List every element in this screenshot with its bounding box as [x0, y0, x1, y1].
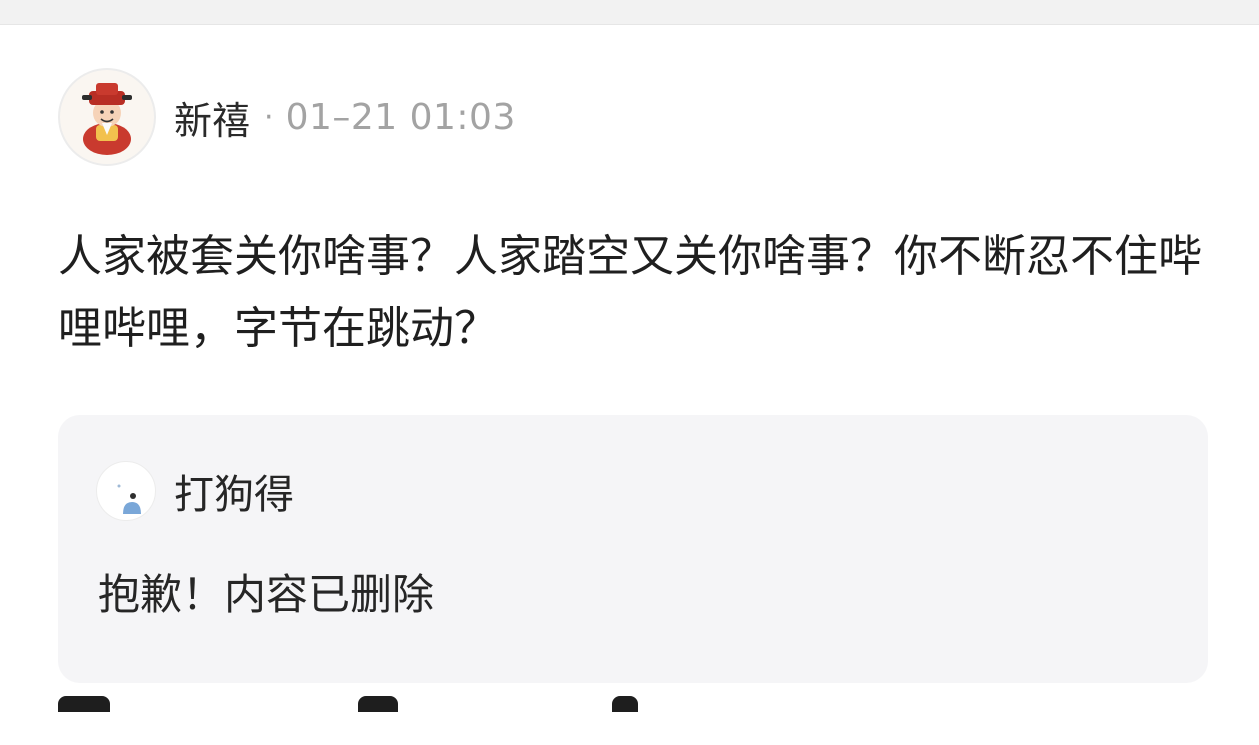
text-fragment — [358, 696, 398, 712]
fortune-god-illustration — [82, 83, 132, 155]
quoted-post[interactable]: 打狗得 抱歉！内容已删除 — [58, 415, 1208, 683]
next-post-text-fragment — [58, 696, 678, 716]
post-header: 新禧 · 01–21 01:03 — [58, 68, 516, 166]
post-author-name[interactable]: 新禧 — [174, 90, 250, 145]
text-fragment — [612, 696, 638, 712]
quoted-post-text: 抱歉！内容已删除 — [98, 570, 435, 619]
post-timestamp: 01–21 01:03 — [285, 96, 516, 138]
default-user-avatar-icon[interactable] — [96, 461, 156, 521]
post-content: 人家被套关你啥事？人家踏空又关你啥事？你不断忍不住哔哩哔哩，字节在跳动？ — [58, 231, 1202, 354]
default-user-avatar-illustration — [117, 484, 141, 514]
post-card[interactable]: 新禧 · 01–21 01:03 人家被套关你啥事？人家踏空又关你啥事？你不断忍… — [0, 24, 1259, 745]
fortune-god-avatar-icon[interactable] — [58, 68, 156, 166]
quoted-author-name[interactable]: 打狗得 — [174, 462, 294, 520]
meta-separator: · — [264, 99, 274, 135]
quoted-post-header: 打狗得 — [96, 461, 294, 521]
text-fragment — [58, 696, 110, 712]
